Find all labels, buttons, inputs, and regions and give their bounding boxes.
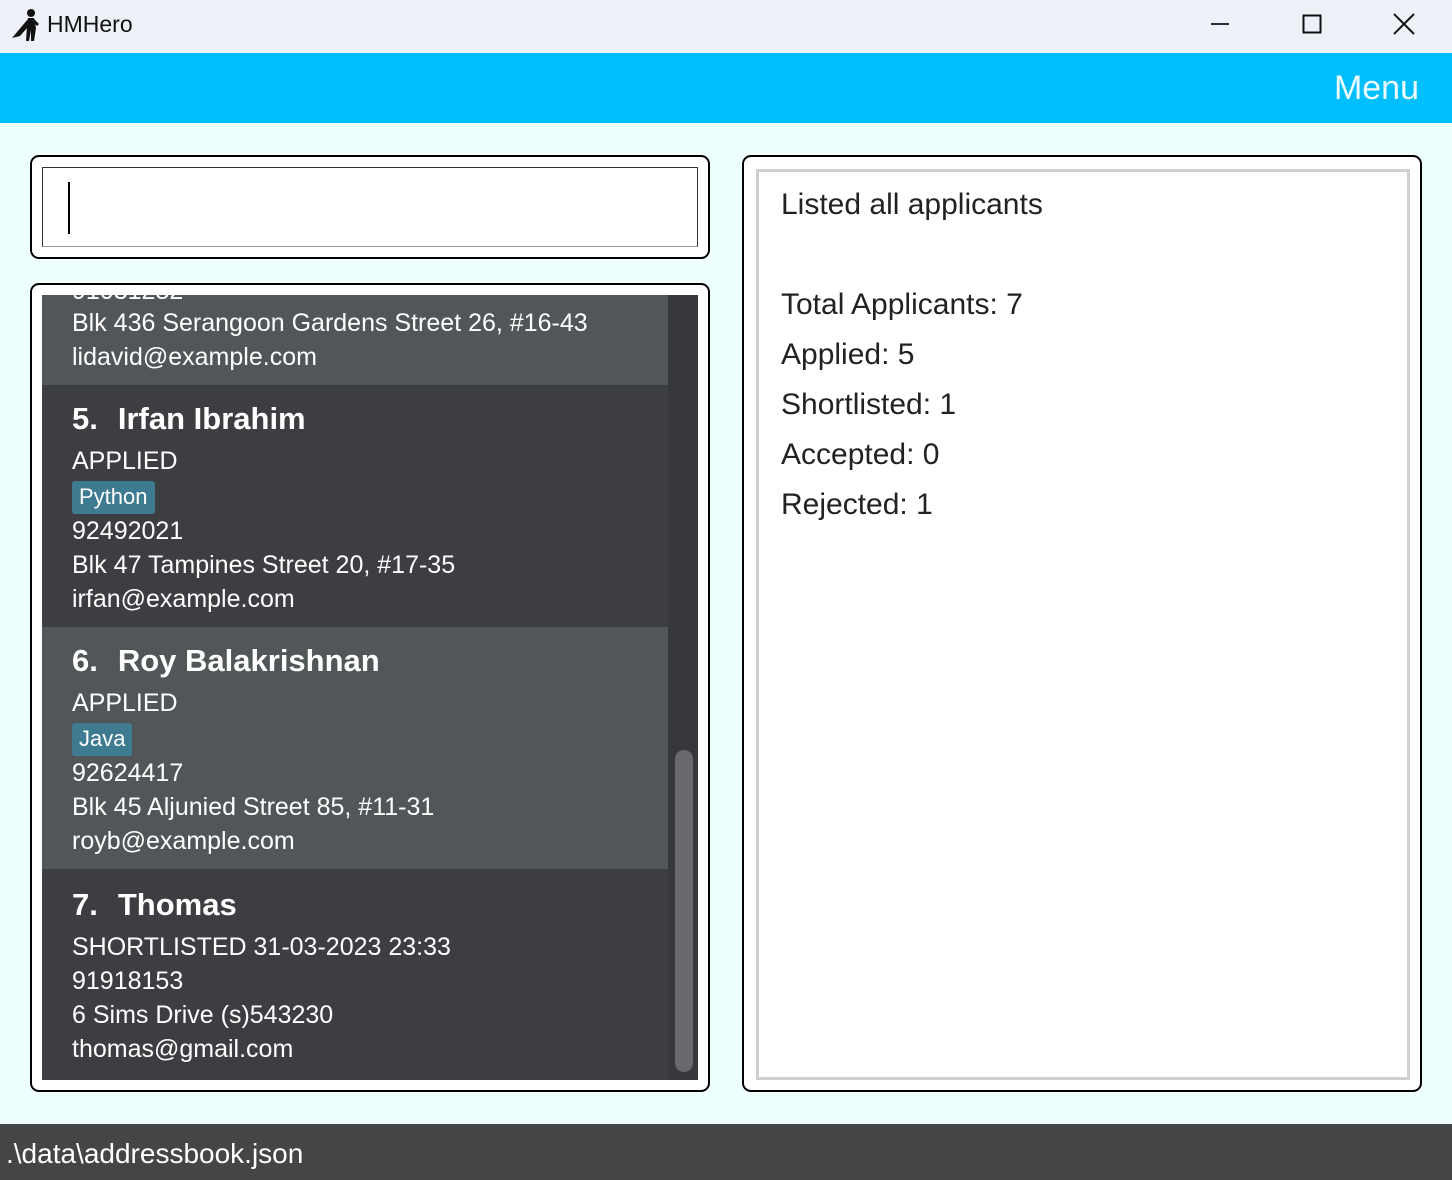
applicant-email: thomas@gmail.com [72, 1035, 294, 1063]
applicant-phone: 91918153 [72, 967, 184, 995]
text-caret [68, 182, 70, 234]
maximize-icon [1302, 14, 1322, 39]
applicant-tag: Python [72, 481, 155, 514]
applicant-phone: 92492021 [72, 517, 184, 545]
data-file-path: .\data\addressbook.json [6, 1138, 304, 1169]
applicant-address: Blk 45 Aljunied Street 85, #11-31 [72, 793, 435, 821]
applicant-index: 7. [72, 887, 98, 922]
result-message: Listed all applicants [781, 188, 1043, 221]
applicant-status: APPLIED [72, 689, 178, 717]
minimize-icon [1210, 14, 1230, 39]
maximize-button[interactable] [1266, 0, 1358, 53]
applicant-index: 5. [72, 401, 98, 436]
applicant-card[interactable]: 91031282 Blk 436 Serangoon Gardens Stree… [42, 295, 668, 385]
applicant-card[interactable]: 6. Roy Balakrishnan APPLIED Java 92624417… [42, 627, 668, 869]
applicant-email: royb@example.com [72, 827, 295, 855]
window-title: HMHero [47, 11, 133, 37]
applicant-heading: 6. Roy Balakrishnan [72, 643, 380, 679]
applicant-status: SHORTLISTED 31-03-2023 23:33 [72, 933, 451, 961]
title-bar: HMHero [0, 0, 1452, 53]
applicant-address: Blk 47 Tampines Street 20, #17-35 [72, 551, 456, 579]
close-button[interactable] [1358, 0, 1450, 53]
applicant-tag: Java [72, 723, 133, 756]
result-display-panel: Listed all applicants Total Applicants: … [742, 155, 1422, 1092]
applicant-list-panel: 91031282 Blk 436 Serangoon Gardens Stree… [30, 283, 710, 1092]
result-shortlisted: Shortlisted: 1 [781, 388, 957, 421]
applicant-name: Roy Balakrishnan [117, 643, 380, 678]
applicant-email: irfan@example.com [72, 585, 295, 613]
applicant-address: Blk 436 Serangoon Gardens Street 26, #16… [72, 309, 588, 337]
menu-bar: Menu [0, 53, 1452, 123]
hero-icon [10, 8, 40, 42]
result-total: Total Applicants: 7 [781, 288, 1023, 321]
applicant-heading: 5. Irfan Ibrahim [72, 401, 306, 437]
minimize-button[interactable] [1174, 0, 1266, 53]
close-icon [1393, 13, 1415, 40]
result-accepted: Accepted: 0 [781, 438, 940, 471]
applicant-heading: 7. Thomas [72, 887, 237, 923]
list-scrollbar-thumb[interactable] [675, 750, 693, 1072]
list-scrollbar[interactable] [668, 295, 698, 1080]
applicant-card[interactable]: 7. Thomas SHORTLISTED 31-03-2023 23:33 91… [42, 869, 668, 1080]
menu-button[interactable]: Menu [1334, 69, 1419, 108]
applicant-email: lidavid@example.com [72, 343, 317, 371]
result-rejected: Rejected: 1 [781, 488, 933, 521]
applicant-status: APPLIED [72, 447, 178, 475]
applicant-address: 6 Sims Drive (s)543230 [72, 1001, 334, 1029]
applicant-list[interactable]: 91031282 Blk 436 Serangoon Gardens Stree… [42, 295, 698, 1080]
command-input[interactable] [42, 167, 698, 247]
applicant-index: 6. [72, 643, 98, 678]
applicant-phone: 92624417 [72, 759, 184, 787]
status-bar: .\data\addressbook.json [0, 1124, 1452, 1180]
applicant-name: Irfan Ibrahim [117, 401, 306, 436]
command-box-panel [30, 155, 710, 259]
applicant-phone: 91031282 [72, 295, 183, 306]
applicant-name: Thomas [117, 887, 237, 922]
result-applied: Applied: 5 [781, 338, 915, 371]
applicant-card[interactable]: 5. Irfan Ibrahim APPLIED Python 92492021 … [42, 385, 668, 627]
result-display[interactable]: Listed all applicants Total Applicants: … [756, 169, 1410, 1080]
